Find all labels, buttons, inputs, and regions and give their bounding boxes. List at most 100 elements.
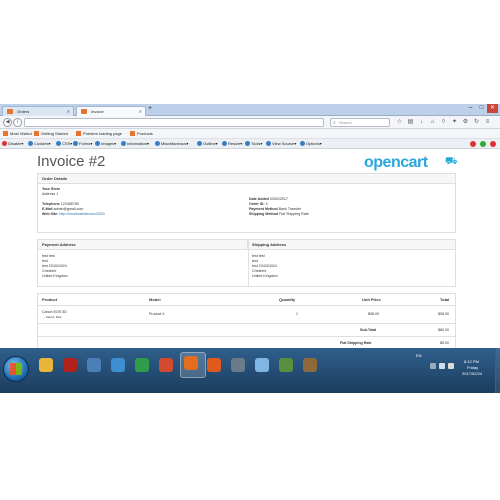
menu-icon[interactable]: ≡ [484,119,491,126]
taskbar-notepad-button[interactable] [84,355,104,375]
bookmark-problem-loading[interactable]: Problem loading page [76,129,122,139]
view-source-icon [266,141,271,146]
flag-icon[interactable] [430,363,436,369]
start-button[interactable] [3,356,29,382]
column-header-total: Total [440,297,450,302]
website-link[interactable]: http://localhost/demoxx2002/ [59,212,105,216]
dev-menu-options[interactable]: Options▾ [300,139,322,149]
options-icon [300,141,305,146]
website-line: Web Site: http://localhost/demoxx2002/ [42,212,106,216]
dev-menu-resize[interactable]: Resize▾ [222,139,242,149]
taskbar-weather-button[interactable] [252,355,272,375]
row-divider [38,323,455,324]
opencart-favicon-icon [81,109,87,114]
maximize-button[interactable]: □ [476,104,487,113]
chrome-icon [135,358,149,372]
info-icon[interactable]: i [13,118,22,127]
weather-icon [255,358,269,372]
shipping-address-line: United Kingdom [252,274,278,278]
addon-icon[interactable]: ✦ [451,119,458,126]
star-icon[interactable]: ☆ [396,119,403,126]
dev-menu-cookies[interactable]: Cookies▾ [28,139,50,149]
dev-menu-tools[interactable]: Tools▾ [245,139,262,149]
show-desktop-button[interactable] [495,348,500,393]
bookmark-most-visited[interactable]: Most Visited [3,129,32,139]
settings-icon[interactable]: ⚙ [462,119,469,126]
dev-menu-forms[interactable]: Forms▾ [73,139,92,149]
dev-menu-view-source[interactable]: View Source▾ [266,139,296,149]
dev-menu-information[interactable]: Information▾ [121,139,149,149]
minimize-button[interactable]: – [465,104,476,113]
home-icon[interactable]: ⌂ [429,119,436,126]
shipping-address-heading: Shipping Address [248,240,455,250]
pocket-icon[interactable]: ◊ [440,119,447,126]
volume-icon[interactable] [448,363,454,369]
taskbar-browser-2-button[interactable] [156,355,176,375]
opencart-favicon-icon [7,109,13,114]
search-placeholder: Search [339,120,352,125]
error-icon[interactable] [470,141,476,147]
product-quantity: 1 [296,312,298,316]
close-tab-icon[interactable]: ✕ [139,107,142,116]
dev-menu-label: Forms▾ [79,141,93,146]
close-window-button[interactable]: ✕ [487,104,498,113]
library-icon[interactable]: ▤ [407,119,414,126]
tools-icon [245,141,250,146]
tab-invoice[interactable]: Invoice ✕ [76,106,146,116]
dev-menu-miscellaneous[interactable]: Miscellaneous▾ [155,139,188,149]
order-details-panel: Order Details Your Store Address 1 Telep… [37,173,456,233]
column-header-unit-price: Unit Price [362,297,381,302]
warning-icon[interactable] [490,141,496,147]
back-arrow-icon[interactable]: ◀ [3,118,12,127]
paint-icon [111,358,125,372]
dev-menu-disable[interactable]: Disable▾ [2,139,23,149]
new-tab-button[interactable]: + [148,105,152,112]
close-tab-icon[interactable]: ✕ [67,107,70,116]
shipping-rate-value: $5.00 [440,341,449,345]
search-input[interactable]: ⌕ Search [330,118,390,127]
taskbar-app-11-button[interactable] [276,355,296,375]
network-icon[interactable] [439,363,445,369]
column-header-product: Product [42,297,58,302]
notepad-icon [87,358,101,372]
bookmark-icon [130,131,135,136]
bookmark-products[interactable]: Products [130,129,153,139]
sync-icon[interactable]: ↻ [473,119,480,126]
taskbar-app-12-button[interactable] [300,355,320,375]
check-icon[interactable] [480,141,486,147]
bookmark-label: Products [137,131,153,136]
clock-time[interactable]: 8:12 PM [464,359,479,364]
taskbar-explorer-button[interactable] [36,355,56,375]
explorer-icon [39,358,53,372]
dev-menu-outline[interactable]: Outline▾ [197,139,218,149]
tab-label: Invoice [91,109,104,114]
bookmarks-bar: Most Visited Getting Started Problem loa… [0,129,500,139]
dev-menu-css[interactable]: CSS▾ [56,139,72,149]
language-indicator[interactable]: EN [416,353,422,358]
taskbar-paint-button[interactable] [108,355,128,375]
bookmark-getting-started[interactable]: Getting Started [34,129,68,139]
image-icon [95,141,100,146]
taskbar-filezilla-button[interactable] [60,355,80,375]
table-header: Product Model Quantity Unit Price Total [38,294,455,306]
url-input[interactable] [24,118,324,127]
taskbar-chrome-button[interactable] [132,355,152,375]
resize-icon [222,141,227,146]
dev-menu-images[interactable]: Images▾ [95,139,116,149]
app-11-icon [279,358,293,372]
bookmark-icon [3,131,8,136]
app-9-icon [231,358,245,372]
cookie-icon [28,141,33,146]
taskbar-xampp-button[interactable] [204,355,224,375]
info-icon [121,141,126,146]
disable-icon [2,141,7,146]
taskbar-app-9-button[interactable] [228,355,248,375]
taskbar-firefox-button[interactable] [180,352,206,378]
product-model: Product 3 [149,312,165,316]
bookmark-icon [34,131,39,136]
windows-taskbar: EN 8:12 PM Friday 2017/02/24 [0,348,500,393]
tab-orders[interactable]: Orders ✕ [2,106,74,116]
panel-heading: Order Details [38,174,455,184]
download-icon[interactable]: ↓ [418,119,425,126]
cart-icon: ⛟ [445,156,458,167]
